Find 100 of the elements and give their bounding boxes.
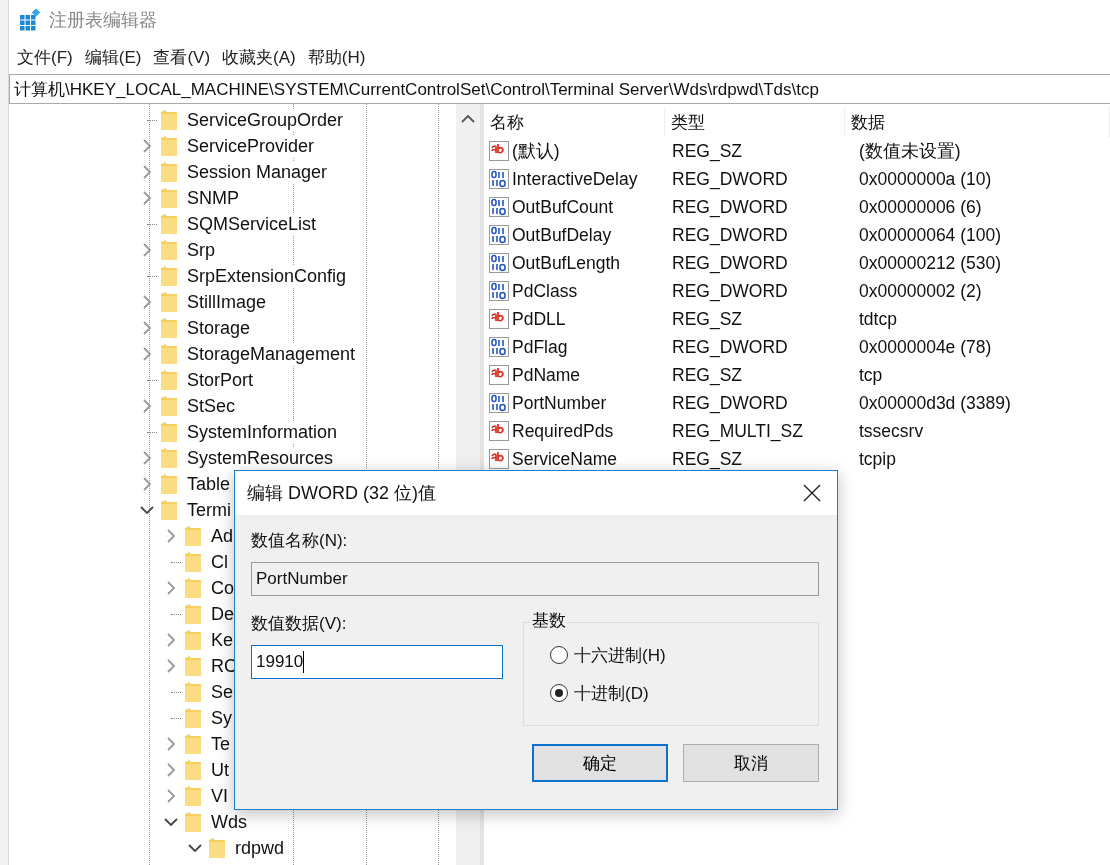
value-type: REG_MULTI_SZ [671, 420, 804, 442]
folder-icon [161, 292, 177, 312]
expand-chevron-icon[interactable] [140, 191, 154, 205]
value-data: 0x00000064 (100) [858, 224, 1003, 246]
value-name[interactable]: PdName [512, 364, 581, 386]
folder-icon [161, 474, 177, 494]
radio-label[interactable]: 十六进制(H) [574, 643, 666, 667]
value-name[interactable]: PortNumber [512, 392, 607, 414]
value-name[interactable]: InteractiveDelay [512, 168, 638, 190]
menu-item[interactable]: 编辑(E) [80, 43, 146, 71]
menu-item[interactable]: 收藏夹(A) [218, 43, 300, 71]
folder-icon [185, 760, 201, 780]
tree-connector-line [147, 431, 157, 433]
value-name-field[interactable]: PortNumber [251, 562, 819, 596]
folder-icon [185, 812, 201, 832]
expand-chevron-icon[interactable] [164, 529, 178, 543]
tree-item[interactable]: SystemResources [187, 447, 334, 469]
value-name[interactable]: (默认) [512, 139, 560, 163]
tree-item[interactable]: SystemInformation [187, 421, 338, 443]
value-data: 0x00000212 (530) [858, 252, 1003, 274]
expand-chevron-icon[interactable] [164, 581, 178, 595]
value-data: 0x00000006 (6) [858, 196, 983, 218]
folder-icon [161, 318, 177, 338]
menu-item[interactable]: 帮助(H) [303, 43, 370, 71]
value-name[interactable]: OutBufDelay [512, 224, 612, 246]
value-data: tcp [858, 364, 884, 386]
folder-icon [161, 162, 177, 182]
tree-item[interactable]: ServiceProvider [187, 135, 315, 157]
expand-chevron-icon[interactable] [140, 243, 154, 257]
folder-icon [185, 552, 201, 572]
expand-chevron-icon[interactable] [140, 451, 154, 465]
field-label: 数值名称(N): [251, 530, 349, 552]
close-icon[interactable] [803, 484, 821, 502]
value-type: REG_DWORD [671, 196, 789, 218]
expand-chevron-icon[interactable] [164, 659, 178, 673]
ok-button[interactable]: 确定 [532, 744, 668, 782]
tree-connector-line [147, 223, 157, 225]
column-header[interactable]: 类型 [665, 107, 845, 137]
menu-item[interactable]: 文件(F) [13, 43, 77, 71]
tree-connector-line [147, 379, 157, 381]
string-value-icon [488, 364, 510, 386]
column-header[interactable]: 数据 [845, 107, 1110, 137]
folder-icon [185, 682, 201, 702]
address-bar[interactable]: 计算机\HKEY_LOCAL_MACHINE\SYSTEM\CurrentControlSet\Control\Terminal Server\Wds\rdpwd\Tds\tcp [9, 74, 1110, 104]
value-name[interactable]: RequiredPds [512, 420, 614, 442]
value-name[interactable]: PdDLL [512, 308, 566, 330]
folder-icon [161, 422, 177, 442]
value-type: REG_DWORD [671, 336, 789, 358]
string-value-icon [488, 140, 510, 162]
tree-item[interactable]: SrpExtensionConfig [187, 265, 347, 287]
tree-item[interactable]: StorageManagement [187, 343, 356, 365]
expand-chevron-icon[interactable] [140, 139, 154, 153]
folder-icon [161, 266, 177, 286]
value-type: REG_SZ [671, 448, 744, 470]
expand-chevron-icon[interactable] [164, 763, 178, 777]
folder-icon [161, 240, 177, 260]
expand-chevron-icon[interactable] [140, 295, 154, 309]
expand-chevron-icon[interactable] [140, 399, 154, 413]
value-data-field[interactable]: 19910 [251, 645, 503, 679]
folder-icon [185, 786, 201, 806]
expand-chevron-icon[interactable] [164, 789, 178, 803]
radio-button[interactable] [550, 684, 568, 702]
value-name[interactable]: PdFlag [512, 336, 568, 358]
value-name[interactable]: OutBufLength [512, 252, 620, 274]
tree-item[interactable]: SQMServiceList [187, 213, 317, 235]
tree-connector-line [171, 717, 181, 719]
expand-chevron-icon[interactable] [140, 321, 154, 335]
expand-chevron-icon[interactable] [164, 737, 178, 751]
expand-chevron-icon[interactable] [140, 165, 154, 179]
radio-button[interactable] [550, 646, 568, 664]
tree-connector-line [171, 561, 181, 563]
value-type: REG_DWORD [671, 252, 789, 274]
expand-chevron-icon[interactable] [140, 347, 154, 361]
collapse-chevron-icon[interactable] [164, 815, 178, 829]
expand-chevron-icon[interactable] [164, 633, 178, 647]
value-type: REG_DWORD [671, 168, 789, 190]
window-title: 注册表编辑器 [49, 9, 157, 32]
value-data: 0x0000000a (10) [858, 168, 993, 190]
value-type: REG_SZ [671, 364, 744, 386]
folder-icon [161, 500, 177, 520]
binary-value-icon [488, 196, 510, 218]
collapse-chevron-icon[interactable] [140, 503, 154, 517]
collapse-chevron-icon[interactable] [188, 841, 202, 855]
field-label: 数值数据(V): [251, 613, 348, 635]
value-type: REG_SZ [671, 140, 744, 162]
cancel-button[interactable]: 取消 [683, 744, 819, 782]
value-name[interactable]: ServiceName [512, 448, 618, 470]
value-name[interactable]: OutBufCount [512, 196, 614, 218]
binary-value-icon [488, 224, 510, 246]
tree-item[interactable]: ServiceGroupOrder [187, 109, 344, 131]
menu-item[interactable]: 查看(V) [149, 43, 215, 71]
dialog-title: 编辑 DWORD (32 位)值 [247, 482, 436, 505]
expand-chevron-icon[interactable] [140, 477, 154, 491]
scroll-up-icon[interactable] [461, 114, 475, 124]
value-name[interactable]: PdClass [512, 280, 578, 302]
radio-label[interactable]: 十进制(D) [574, 681, 649, 705]
column-header[interactable]: 名称 [484, 107, 665, 137]
value-data: (数值未设置) [858, 140, 962, 163]
folder-icon [161, 344, 177, 364]
tree-item[interactable]: Session Manager [187, 161, 328, 183]
